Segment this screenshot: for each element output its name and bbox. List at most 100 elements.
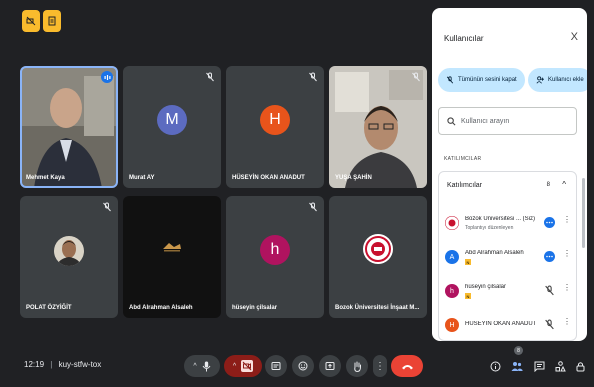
add-user-label: Kullanıcı ekle bbox=[548, 77, 584, 83]
participant-row[interactable]: h hüseyin çilsalar N ⋮ bbox=[445, 278, 575, 308]
participant-row[interactable]: A Abd Alrahman Alsaleh N ⋮ bbox=[445, 244, 575, 274]
emoji-icon bbox=[298, 361, 308, 371]
camera-off-icon bbox=[241, 360, 254, 372]
leave-call-button[interactable] bbox=[391, 355, 423, 377]
people-icon[interactable] bbox=[510, 359, 524, 373]
mic-off-icon bbox=[446, 76, 454, 84]
meeting-info: 12:19 | kuy-stfw-tox bbox=[24, 360, 101, 369]
speaking-indicator-icon bbox=[101, 71, 113, 83]
active-speaker-border bbox=[20, 66, 118, 188]
chevron-up-icon[interactable]: ^ bbox=[562, 180, 566, 189]
mic-off-icon bbox=[103, 202, 111, 212]
search-icon bbox=[447, 116, 456, 125]
section-label: KATILIMCILAR bbox=[444, 156, 482, 162]
more-options-icon[interactable]: ⋮ bbox=[563, 249, 571, 258]
participant-name: hüseyin çilsalar bbox=[232, 305, 278, 311]
participant-tile[interactable]: YUŞA ŞAHİN bbox=[329, 66, 427, 188]
chevron-up-icon[interactable]: ^ bbox=[233, 363, 236, 370]
participant-name: Mehmet Kaya bbox=[26, 175, 65, 181]
camera-button[interactable]: ^ bbox=[224, 355, 262, 377]
participant-tile[interactable]: POLAT ÖZYİĞİT bbox=[20, 196, 118, 318]
participants-group: Katılımcılar 8 ^ Bozok Üniversitesi ... … bbox=[438, 171, 577, 341]
present-button[interactable] bbox=[319, 355, 341, 377]
search-placeholder: Kullanıcı arayın bbox=[461, 117, 510, 125]
mute-all-button[interactable]: Tümünün sesini kapat bbox=[438, 68, 525, 92]
microphone-button[interactable]: ^ bbox=[184, 355, 220, 377]
no-video-icon[interactable] bbox=[22, 10, 40, 32]
info-icon[interactable] bbox=[488, 359, 502, 373]
participant-tile[interactable]: Mehmet Kaya bbox=[20, 66, 118, 188]
more-options-icon[interactable]: ⋮ bbox=[563, 283, 571, 292]
mic-off-icon bbox=[309, 72, 317, 82]
participant-name: YUŞA ŞAHİN bbox=[335, 175, 372, 181]
meeting-code: kuy-stfw-tox bbox=[58, 360, 102, 369]
participant-name: Murat AY bbox=[129, 175, 155, 181]
separator: | bbox=[50, 360, 53, 369]
people-count-badge: 8 bbox=[514, 346, 523, 355]
avatar: A bbox=[445, 250, 459, 264]
scrollbar[interactable] bbox=[582, 178, 585, 248]
participant-name: HÜSEYİN OKAN ANADUT bbox=[465, 321, 537, 327]
add-user-button[interactable]: Kullanıcı ekle bbox=[528, 68, 587, 92]
group-title[interactable]: Katılımcılar bbox=[447, 182, 482, 189]
participant-name: hüseyin çilsalar bbox=[465, 284, 507, 290]
mic-off-icon bbox=[309, 202, 317, 212]
speaking-indicator-icon bbox=[544, 251, 555, 262]
add-person-icon bbox=[536, 76, 544, 84]
video-feed bbox=[163, 243, 181, 252]
hang-up-icon bbox=[401, 364, 413, 369]
avatar: h bbox=[445, 284, 459, 298]
participant-row[interactable]: H HÜSEYİN OKAN ANADUT ⋮ bbox=[445, 312, 575, 341]
participant-name: HÜSEYİN OKAN ANADUT bbox=[232, 175, 305, 181]
hand-icon bbox=[354, 361, 361, 372]
panel-title: Kullanıcılar bbox=[444, 34, 484, 43]
participant-name: Bozok Üniversitesi ... (Siz) bbox=[465, 216, 536, 222]
participant-name: Abd Alrahman Alsaleh bbox=[129, 305, 193, 311]
participant-tile[interactable]: Bozok Üniversitesi İnşaat M... bbox=[329, 196, 427, 318]
avatar: H bbox=[260, 105, 290, 135]
captions-button[interactable] bbox=[265, 355, 287, 377]
more-options-icon[interactable]: ⋮ bbox=[563, 317, 571, 326]
badge-icon: N bbox=[465, 293, 471, 299]
mic-off-icon[interactable] bbox=[544, 319, 555, 330]
captions-icon bbox=[271, 362, 281, 370]
close-icon[interactable]: X bbox=[571, 31, 578, 43]
university-logo-icon bbox=[363, 234, 393, 264]
participant-name: Bozok Üniversitesi İnşaat M... bbox=[335, 305, 420, 311]
raise-hand-button[interactable] bbox=[346, 355, 368, 377]
more-options-button[interactable]: ⋮ bbox=[373, 355, 387, 377]
avatar: h bbox=[260, 235, 290, 265]
participants-panel: Kullanıcılar X Tümünün sesini kapat Kull… bbox=[432, 8, 587, 341]
chat-icon[interactable] bbox=[532, 359, 546, 373]
group-count: 8 bbox=[546, 182, 550, 188]
participant-role: Toplantıyı düzenleyen bbox=[465, 225, 514, 231]
avatar bbox=[54, 236, 84, 266]
chevron-up-icon[interactable]: ^ bbox=[193, 363, 196, 370]
avatar: M bbox=[157, 105, 187, 135]
activities-icon[interactable] bbox=[553, 359, 567, 373]
document-icon[interactable] bbox=[43, 10, 61, 32]
participant-row[interactable]: Bozok Üniversitesi ... (Siz) Toplantıyı … bbox=[445, 210, 575, 240]
mic-off-icon[interactable] bbox=[544, 285, 555, 296]
participant-name: Abd Alrahman Alsaleh bbox=[465, 250, 524, 256]
more-options-icon: ⋮ bbox=[375, 360, 385, 372]
emoji-button[interactable] bbox=[292, 355, 314, 377]
host-controls-icon[interactable] bbox=[573, 359, 587, 373]
speaking-indicator-icon bbox=[544, 217, 555, 228]
search-input[interactable]: Kullanıcı arayın bbox=[438, 107, 577, 135]
mic-off-icon bbox=[206, 72, 214, 82]
meeting-time: 12:19 bbox=[24, 360, 45, 369]
participant-tile[interactable]: H HÜSEYİN OKAN ANADUT bbox=[226, 66, 324, 188]
more-options-icon[interactable]: ⋮ bbox=[563, 215, 571, 224]
participant-name: POLAT ÖZYİĞİT bbox=[26, 305, 72, 311]
participant-tile[interactable]: h hüseyin çilsalar bbox=[226, 196, 324, 318]
mic-icon bbox=[202, 361, 211, 371]
participant-tile[interactable]: Abd Alrahman Alsaleh bbox=[123, 196, 221, 318]
present-screen-icon bbox=[325, 362, 335, 370]
video-feed bbox=[329, 66, 427, 188]
participant-tile[interactable]: M Murat AY bbox=[123, 66, 221, 188]
bottom-toolbar: 12:19 | kuy-stfw-tox ^ ^ ⋮ 8 bbox=[0, 345, 594, 387]
badge-icon: N bbox=[465, 259, 471, 265]
mic-off-icon bbox=[412, 72, 420, 82]
university-logo-icon bbox=[445, 216, 459, 230]
